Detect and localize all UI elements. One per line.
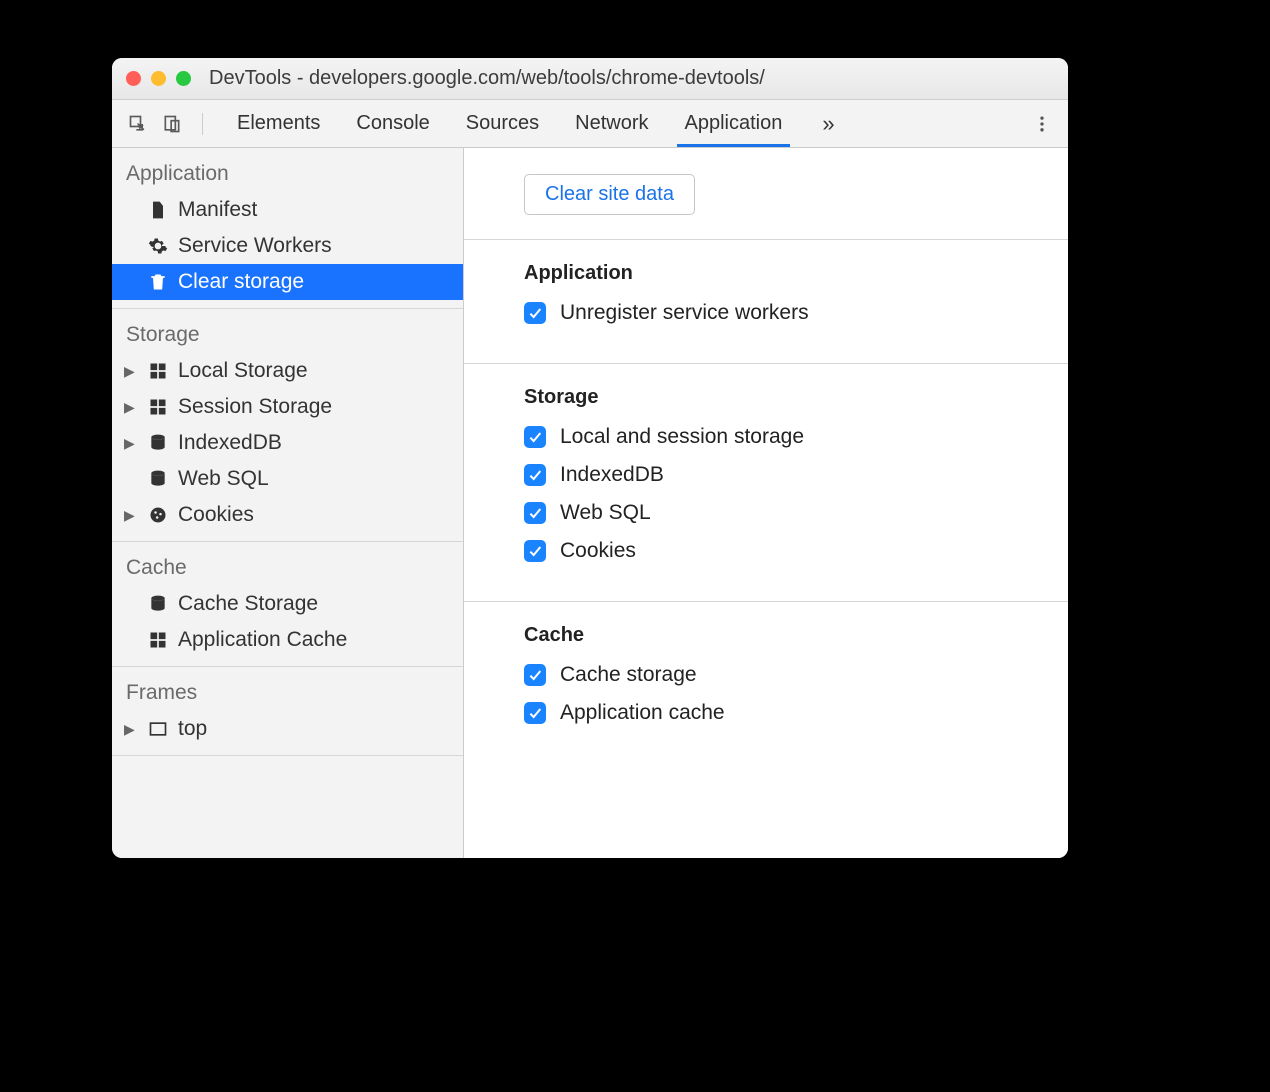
sidebar-section-title: Storage <box>112 309 463 353</box>
sidebar-section-title: Frames <box>112 667 463 711</box>
zoom-window-button[interactable] <box>176 71 191 86</box>
checkbox-label: Cookies <box>560 539 636 563</box>
sidebar-item-label: Manifest <box>178 198 257 222</box>
main-section-title: Application <box>524 262 1008 285</box>
close-window-button[interactable] <box>126 71 141 86</box>
checkbox-row[interactable]: Cookies <box>524 539 1008 563</box>
sidebar-item-label: Local Storage <box>178 359 308 383</box>
checkbox[interactable] <box>524 664 546 686</box>
sidebar-item-label: Service Workers <box>178 234 332 258</box>
tabs-overflow-icon[interactable]: » <box>814 111 842 137</box>
checkbox-row[interactable]: Web SQL <box>524 501 1008 525</box>
device-toolbar-icon[interactable] <box>158 110 186 138</box>
sidebar-item-session-storage[interactable]: ▶ Session Storage <box>112 389 463 425</box>
sidebar-item-label: Cache Storage <box>178 592 318 616</box>
traffic-lights <box>126 71 191 86</box>
sidebar-item-label: Web SQL <box>178 467 269 491</box>
gear-icon <box>148 236 168 256</box>
checkbox[interactable] <box>524 540 546 562</box>
grid-icon <box>148 397 168 417</box>
trash-icon <box>148 272 168 292</box>
checkbox[interactable] <box>524 464 546 486</box>
tab-elements[interactable]: Elements <box>219 100 338 147</box>
application-sidebar: Application Manifest Service Workers Clear … <box>112 148 464 858</box>
sidebar-item-local-storage[interactable]: ▶ Local Storage <box>112 353 463 389</box>
expand-caret-icon[interactable]: ▶ <box>124 363 136 380</box>
devtools-toolbar: Elements Console Sources Network Applica… <box>112 100 1068 148</box>
sidebar-item-clear-storage[interactable]: Clear storage <box>112 264 463 300</box>
tab-sources[interactable]: Sources <box>448 100 557 147</box>
sidebar-item-label: top <box>178 717 207 741</box>
sidebar-item-label: Cookies <box>178 503 254 527</box>
checkbox-row[interactable]: Unregister service workers <box>524 301 1008 325</box>
checkbox[interactable] <box>524 702 546 724</box>
tab-network[interactable]: Network <box>557 100 666 147</box>
checkbox-label: Unregister service workers <box>560 301 809 325</box>
expand-caret-icon[interactable]: ▶ <box>124 399 136 416</box>
checkbox-row[interactable]: Local and session storage <box>524 425 1008 449</box>
sidebar-item-label: Clear storage <box>178 270 304 294</box>
main-section-title: Storage <box>524 386 1008 409</box>
sidebar-item-service-workers[interactable]: Service Workers <box>112 228 463 264</box>
sidebar-item-label: IndexedDB <box>178 431 282 455</box>
checkbox-label: Web SQL <box>560 501 651 525</box>
inspect-element-icon[interactable] <box>124 110 152 138</box>
sidebar-item-cookies[interactable]: ▶ Cookies <box>112 497 463 533</box>
checkbox-row[interactable]: Application cache <box>524 701 1008 725</box>
kebab-menu-icon[interactable] <box>1028 114 1056 134</box>
db-icon <box>148 433 168 453</box>
frame-icon <box>148 719 168 739</box>
sidebar-section-title: Application <box>112 148 463 192</box>
checkbox[interactable] <box>524 502 546 524</box>
checkbox[interactable] <box>524 426 546 448</box>
sidebar-item-label: Session Storage <box>178 395 332 419</box>
checkbox-label: Application cache <box>560 701 725 725</box>
checkbox-row[interactable]: Cache storage <box>524 663 1008 687</box>
checkbox-label: IndexedDB <box>560 463 664 487</box>
grid-icon <box>148 361 168 381</box>
db-icon <box>148 469 168 489</box>
toolbar-divider <box>202 113 203 135</box>
sidebar-item-indexeddb[interactable]: ▶ IndexedDB <box>112 425 463 461</box>
expand-caret-icon[interactable]: ▶ <box>124 435 136 452</box>
sidebar-item-cache-storage[interactable]: Cache Storage <box>112 586 463 622</box>
sidebar-item-label: Application Cache <box>178 628 347 652</box>
checkbox[interactable] <box>524 302 546 324</box>
tab-application[interactable]: Application <box>667 100 801 147</box>
panel-tabs: Elements Console Sources Network Applica… <box>219 100 800 147</box>
sidebar-item-application-cache[interactable]: Application Cache <box>112 622 463 658</box>
main-section-title: Cache <box>524 624 1008 647</box>
checkbox-label: Local and session storage <box>560 425 804 449</box>
window-title: DevTools - developers.google.com/web/too… <box>209 67 765 90</box>
tab-console[interactable]: Console <box>338 100 447 147</box>
sidebar-item-web-sql[interactable]: Web SQL <box>112 461 463 497</box>
expand-caret-icon[interactable]: ▶ <box>124 721 136 738</box>
checkbox-row[interactable]: IndexedDB <box>524 463 1008 487</box>
checkbox-label: Cache storage <box>560 663 697 687</box>
clear-storage-panel: Clear site data Application Unregister se… <box>464 148 1068 858</box>
clear-site-data-button[interactable]: Clear site data <box>524 174 695 215</box>
sidebar-item-top[interactable]: ▶ top <box>112 711 463 747</box>
expand-caret-icon[interactable]: ▶ <box>124 507 136 524</box>
file-icon <box>148 200 168 220</box>
minimize-window-button[interactable] <box>151 71 166 86</box>
titlebar: DevTools - developers.google.com/web/too… <box>112 58 1068 100</box>
devtools-window: DevTools - developers.google.com/web/too… <box>112 58 1068 858</box>
sidebar-item-manifest[interactable]: Manifest <box>112 192 463 228</box>
sidebar-section-title: Cache <box>112 542 463 586</box>
grid-icon <box>148 630 168 650</box>
db-icon <box>148 594 168 614</box>
cookie-icon <box>148 505 168 525</box>
